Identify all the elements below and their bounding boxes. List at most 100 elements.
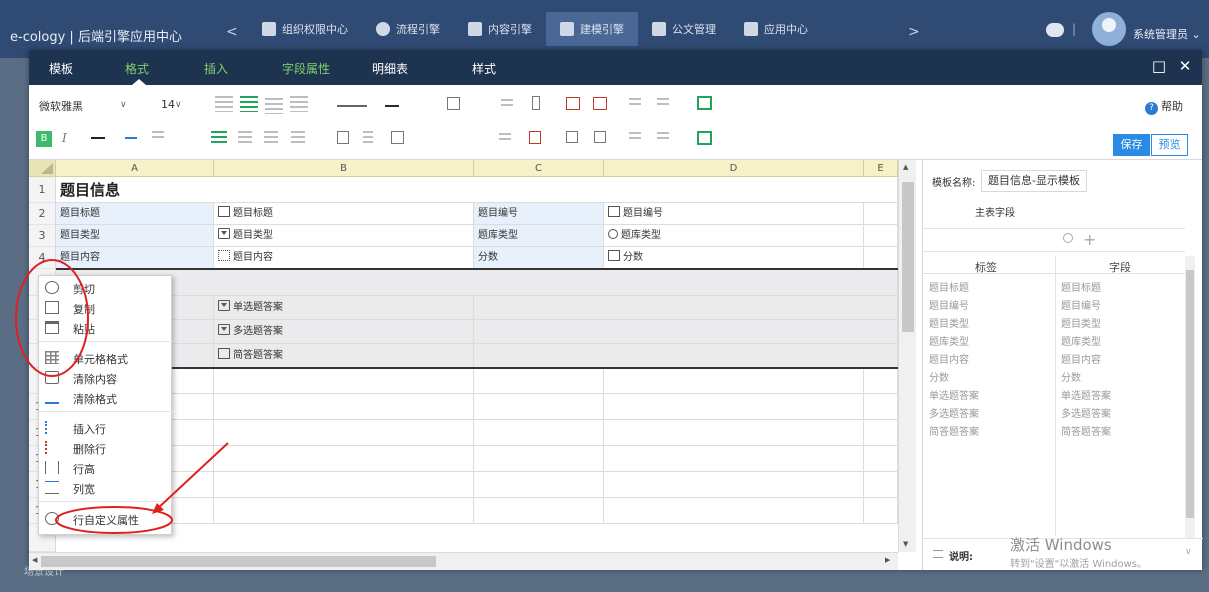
avatar[interactable] <box>1092 12 1126 46</box>
field-cell[interactable]: 题目内容 <box>214 247 474 269</box>
empty-cell[interactable] <box>864 203 898 225</box>
delete-row-icon[interactable] <box>499 133 511 143</box>
chat-icon[interactable] <box>1046 23 1064 37</box>
grid-green-icon[interactable] <box>697 131 712 145</box>
label-cell[interactable]: 题目编号 <box>474 203 604 225</box>
detail-header-cell[interactable] <box>56 270 898 296</box>
align-right-icon[interactable] <box>264 131 278 145</box>
field-row[interactable]: 题目编号 题目编号 <box>923 294 1185 312</box>
scroll-thumb[interactable] <box>1186 270 1194 518</box>
detail-cell[interactable] <box>474 344 898 368</box>
empty-cell[interactable] <box>864 446 898 472</box>
italic-button[interactable]: I <box>62 131 67 145</box>
tab-app-center[interactable]: 应用中心 <box>730 12 822 46</box>
empty-cell[interactable] <box>474 498 604 524</box>
field-row[interactable]: 多选题答案 多选题答案 <box>923 402 1185 420</box>
align-bottom-icon[interactable] <box>265 98 283 114</box>
field-cell[interactable]: 单选题答案 <box>214 296 474 320</box>
empty-cell[interactable] <box>214 369 474 394</box>
empty-cell[interactable] <box>604 498 864 524</box>
label-cell[interactable]: 题目标题 <box>56 203 214 225</box>
app-title[interactable]: e-cology | 后端引擎应用中心 <box>10 26 182 45</box>
tab-workflow-engine[interactable]: 流程引擎 <box>362 12 454 46</box>
label-cell[interactable]: 题目类型 <box>56 225 214 247</box>
format-painter-icon[interactable] <box>629 98 641 108</box>
indent-icon[interactable] <box>363 131 373 144</box>
font-size-select[interactable]: 14 <box>161 98 175 111</box>
field-row[interactable]: 题目类型 题目类型 <box>923 312 1185 330</box>
user-menu[interactable]: 系统管理员 ⌄ <box>1133 26 1201 42</box>
menu-format[interactable]: 格式 <box>125 60 149 77</box>
column-header[interactable]: D <box>604 160 864 177</box>
menu-item-column-width[interactable]: 列宽 <box>39 478 173 498</box>
empty-cell[interactable] <box>474 446 604 472</box>
menu-item-clear-format[interactable]: 清除格式 <box>39 388 173 408</box>
field-cell[interactable]: 题库类型 <box>604 225 864 247</box>
scroll-left-icon[interactable]: ◀ <box>32 556 37 564</box>
row-header[interactable]: 1 <box>29 177 56 203</box>
empty-cell[interactable] <box>864 472 898 498</box>
empty-cell[interactable] <box>214 498 474 524</box>
label-cell[interactable]: 题目内容 <box>56 247 214 269</box>
font-color-icon[interactable] <box>125 129 137 139</box>
maximize-button[interactable]: □ <box>1148 55 1170 77</box>
empty-cell[interactable] <box>864 420 898 446</box>
menu-insert[interactable]: 插入 <box>204 60 228 77</box>
empty-cell[interactable] <box>864 225 898 247</box>
chevron-down-icon[interactable]: ∨ <box>120 100 127 110</box>
template-name-field[interactable]: 题目信息-显示模板 <box>981 170 1087 192</box>
tabs-prev-arrow[interactable]: < <box>226 24 238 40</box>
column-header[interactable]: B <box>214 160 474 177</box>
empty-cell[interactable] <box>864 498 898 524</box>
label-cell[interactable]: 题库类型 <box>474 225 604 247</box>
field-cell[interactable]: 题目编号 <box>604 203 864 225</box>
justify-icon[interactable] <box>291 131 305 145</box>
detail-cell[interactable] <box>474 320 898 344</box>
field-row[interactable]: 题目标题 题目标题 <box>923 276 1185 294</box>
empty-cell[interactable] <box>604 420 864 446</box>
sheet-vertical-scrollbar[interactable]: ▲ ▼ <box>898 160 916 552</box>
scroll-thumb[interactable] <box>902 182 914 332</box>
empty-cell[interactable] <box>604 369 864 394</box>
format-brush-icon[interactable] <box>657 98 669 108</box>
search-icon[interactable] <box>1063 233 1073 243</box>
field-cell[interactable]: 题目类型 <box>214 225 474 247</box>
tab-modeling-engine[interactable]: 建模引擎 <box>546 12 638 46</box>
empty-cell[interactable] <box>214 394 474 420</box>
menu-style[interactable]: 样式 <box>472 60 496 77</box>
empty-cell[interactable] <box>474 472 604 498</box>
scroll-down-icon[interactable]: ▼ <box>903 540 908 548</box>
empty-cell[interactable] <box>864 394 898 420</box>
chevron-down-icon[interactable]: ∨ <box>175 100 182 110</box>
empty-cell[interactable] <box>604 472 864 498</box>
empty-cell[interactable] <box>214 420 474 446</box>
select-all-corner[interactable] <box>29 160 56 177</box>
chevron-down-icon[interactable]: ∨ <box>1185 547 1192 557</box>
align-center-icon[interactable] <box>238 131 252 145</box>
eraser-icon[interactable] <box>657 132 669 142</box>
field-cell[interactable]: 题目标题 <box>214 203 474 225</box>
empty-cell[interactable] <box>864 247 898 269</box>
sheet-title-cell[interactable]: 题目信息 <box>56 177 898 203</box>
empty-cell[interactable] <box>474 394 604 420</box>
input-box-icon[interactable] <box>566 131 578 143</box>
scroll-right-icon[interactable]: ▶ <box>885 556 890 564</box>
field-row[interactable]: 简答题答案 简答题答案 <box>923 420 1185 438</box>
clear-format-icon[interactable] <box>152 131 164 141</box>
split-cells-icon[interactable] <box>593 97 607 110</box>
insert-column-icon[interactable] <box>532 96 540 110</box>
wrap-text-icon[interactable] <box>290 96 308 112</box>
font-family-select[interactable]: 微软雅黑 <box>39 98 83 114</box>
menu-item-delete-row[interactable]: 删除行 <box>39 438 173 458</box>
field-row[interactable]: 题库类型 题库类型 <box>923 330 1185 348</box>
empty-cell[interactable] <box>474 369 604 394</box>
insert-row-icon[interactable] <box>501 99 513 107</box>
menu-item-cell-format[interactable]: 单元格格式 <box>39 348 173 368</box>
merge-cells-icon[interactable] <box>566 97 580 110</box>
row-header[interactable]: 3 <box>29 225 56 247</box>
menu-item-row-custom-attributes[interactable]: 行自定义属性 <box>39 509 173 529</box>
detail-cell[interactable] <box>474 296 898 320</box>
scroll-thumb[interactable] <box>41 556 436 567</box>
field-row[interactable]: 分数 分数 <box>923 366 1185 384</box>
empty-cell[interactable] <box>214 472 474 498</box>
